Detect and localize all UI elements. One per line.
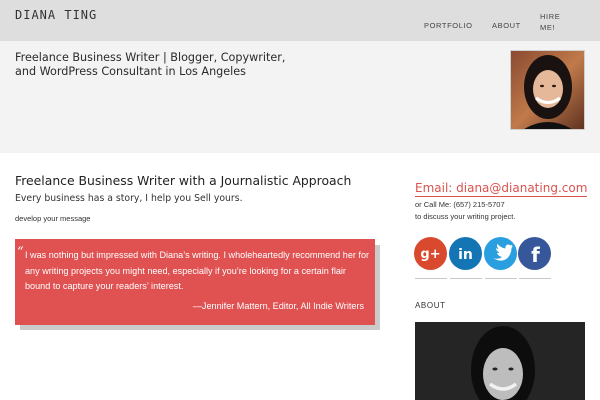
testimonial-attribution: —Jennifer Mattern, Editor, All Indie Wri… [192, 301, 364, 311]
hero-band: Freelance Business Writer | Blogger, Cop… [0, 41, 600, 153]
facebook-icon[interactable]: f [518, 237, 551, 270]
about-heading: ABOUT [415, 301, 446, 310]
testimonial-text: I was nothing but impressed with Diana’s… [25, 250, 370, 291]
site-title[interactable]: DIANA TING [15, 8, 97, 22]
social-divider [415, 278, 447, 279]
social-divider [485, 278, 517, 279]
linkedin-icon[interactable]: in [449, 237, 482, 270]
svg-text:in: in [458, 247, 473, 263]
twitter-icon[interactable] [484, 237, 517, 270]
quote-mark-icon: “ [17, 245, 24, 260]
google-plus-icon[interactable]: g+ [414, 237, 447, 270]
intro-heading: Freelance Business Writer with a Journal… [15, 173, 352, 188]
nav-item-about[interactable]: ABOUT [492, 21, 521, 30]
social-divider [519, 278, 551, 279]
email-link[interactable]: Email: diana@dianating.com [415, 181, 588, 197]
intro-subheading: Every business has a story, I help you S… [15, 193, 243, 204]
nav-item-hire-me[interactable]: HIRE ME! [540, 11, 564, 33]
headshot-photo [510, 50, 585, 130]
nav-item-portfolio[interactable]: PORTFOLIO [424, 21, 473, 30]
top-nav-bar: DIANA TING PORTFOLIO ABOUT HIRE ME! [0, 0, 600, 41]
phone-text: or Call Me: (657) 215-5707 [415, 200, 505, 209]
svg-text:f: f [531, 243, 540, 267]
develop-message-link[interactable]: develop your message [15, 214, 90, 223]
site-tagline: Freelance Business Writer | Blogger, Cop… [15, 51, 286, 78]
about-photo [415, 322, 585, 400]
contact-note: to discuss your writing project. [415, 212, 516, 221]
social-divider [450, 278, 482, 279]
testimonial-box: “ I was nothing but impressed with Diana… [15, 239, 375, 325]
svg-text:g+: g+ [420, 247, 440, 262]
